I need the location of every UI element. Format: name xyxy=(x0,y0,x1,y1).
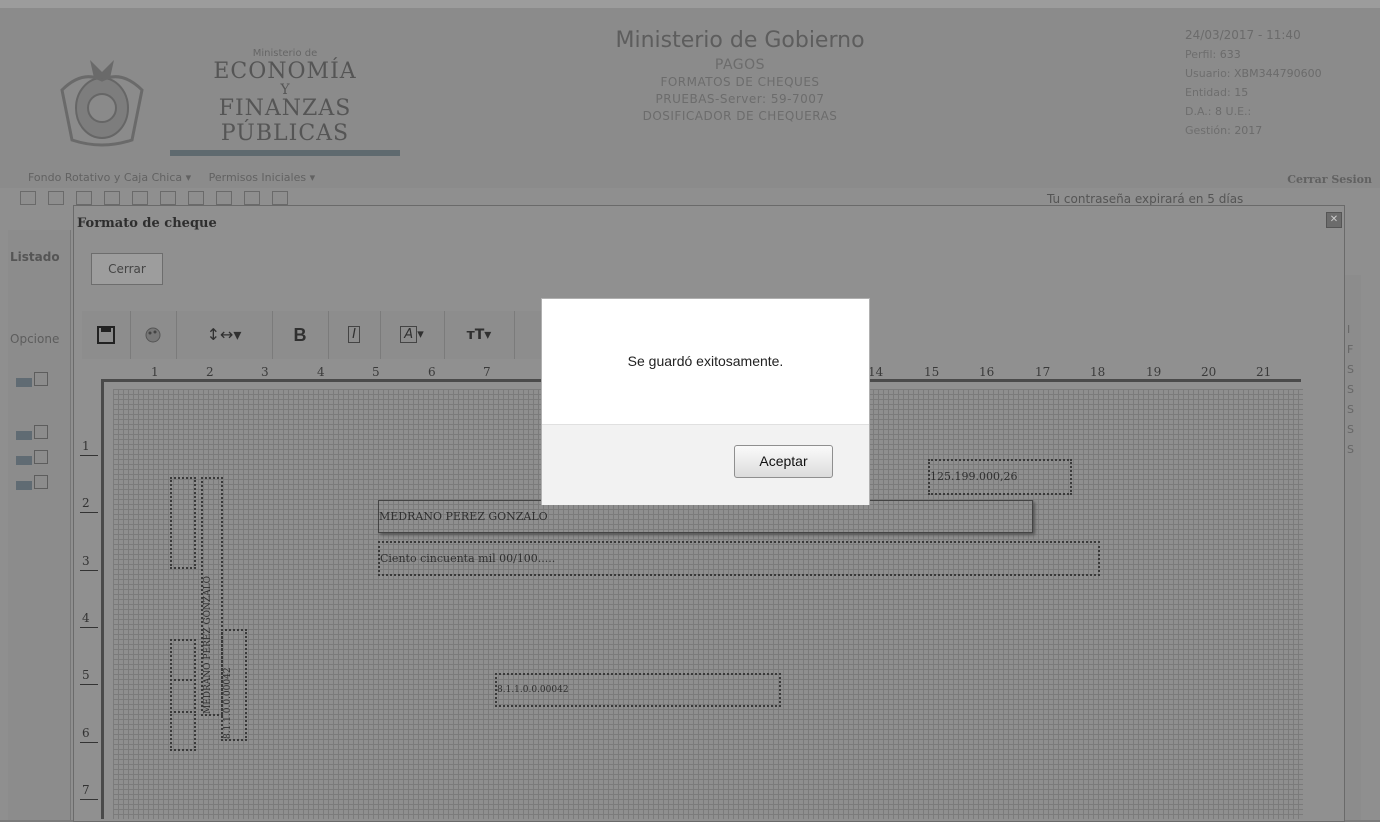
ue-label: U.E.: xyxy=(1225,105,1252,118)
da-label: D.A.: xyxy=(1185,105,1212,118)
toolbar-icon[interactable] xyxy=(76,191,92,205)
vruler-tick: 7 xyxy=(80,783,98,800)
font-color-icon[interactable]: A ▾ xyxy=(380,311,445,359)
ruler-tick: 16 xyxy=(979,365,995,379)
gestion-label: Gestión: xyxy=(1185,124,1231,137)
header-center: Ministerio de Gobierno PAGOS FORMATOS DE… xyxy=(540,28,940,125)
ruler-tick: 2 xyxy=(206,365,214,379)
left-panel xyxy=(8,230,71,820)
font-size-icon[interactable]: ᴛT▾ xyxy=(444,311,515,359)
cerrar-button[interactable]: Cerrar xyxy=(91,253,163,285)
usuario-label: Usuario: xyxy=(1185,67,1231,80)
logo-small-text: Ministerio de xyxy=(252,48,318,59)
ruler-tick: 3 xyxy=(261,365,269,379)
stub-code-field[interactable]: 8.1.1.0.0.00042 xyxy=(221,629,247,741)
amount-words-field[interactable]: Ciento cincuenta mil 00/100..... xyxy=(378,541,1100,576)
usuario-value: XBM344790600 xyxy=(1234,67,1322,80)
close-icon[interactable]: ✕ xyxy=(1326,212,1342,228)
toolbar-icon[interactable] xyxy=(104,191,120,205)
success-alert: Se guardó exitosamente. Aceptar xyxy=(541,298,870,505)
subsection-name: DOSIFICADOR DE CHEQUERAS xyxy=(642,109,838,123)
page-title: Ministerio de Gobierno xyxy=(615,28,865,53)
perfil-label: Perfil: xyxy=(1185,48,1217,61)
datetime: 24/03/2017 - 11:40 xyxy=(1185,28,1301,42)
stub-name-field[interactable]: MEDRANO PEREZ GONZALO xyxy=(201,477,223,716)
ruler-tick: 18 xyxy=(1090,365,1106,379)
server-info: PRUEBAS-Server: 59-7007 xyxy=(655,92,825,106)
top-strip xyxy=(0,0,1380,8)
toolbar-icon[interactable] xyxy=(20,191,36,205)
stub-field[interactable] xyxy=(170,679,196,713)
vruler-tick: 6 xyxy=(80,726,98,743)
resize-icon[interactable]: ↕↔▾ xyxy=(176,311,273,359)
logout-link[interactable]: Cerrar Sesion xyxy=(1287,173,1372,186)
left-opciones-label: Opcione xyxy=(10,332,60,346)
ruler-tick: 6 xyxy=(428,365,436,379)
logo-line-y: Y xyxy=(280,82,290,98)
entidad-value: 15 xyxy=(1234,86,1249,99)
vruler-tick: 3 xyxy=(80,554,98,571)
section-name: FORMATOS DE CHEQUES xyxy=(660,75,820,89)
row-action-icon[interactable] xyxy=(16,372,56,388)
aceptar-button[interactable]: Aceptar xyxy=(734,445,833,478)
vruler-tick: 2 xyxy=(80,496,98,513)
row-action-icon[interactable] xyxy=(16,450,56,466)
logo-line-finanzas: FINANZAS PÚBLICAS xyxy=(218,96,352,146)
amount-field[interactable]: 125.199.000,26 xyxy=(928,459,1072,495)
menu-fondo-rotativo[interactable]: Fondo Rotativo y Caja Chica ▾ xyxy=(28,171,191,184)
alert-message: Se guardó exitosamente. xyxy=(627,353,784,369)
ruler-tick: 7 xyxy=(483,365,491,379)
ministry-logo: Ministerio de ECONOMÍA Y FINANZAS PÚBLIC… xyxy=(160,48,410,156)
ruler-tick: 19 xyxy=(1146,365,1162,379)
ruler-tick: 20 xyxy=(1201,365,1217,379)
vruler-tick: 1 xyxy=(80,439,98,456)
gestion-value: 2017 xyxy=(1234,124,1263,137)
dialog-title: Formato de cheque xyxy=(77,216,217,231)
entidad-label: Entidad: xyxy=(1185,86,1231,99)
left-listado-label: Listado xyxy=(10,250,60,264)
toolbar-icon[interactable] xyxy=(160,191,176,205)
toolbar-icon[interactable] xyxy=(216,191,232,205)
ruler-tick: 14 xyxy=(868,365,884,379)
main-menu: Fondo Rotativo y Caja Chica ▾ Permisos I… xyxy=(28,171,329,184)
ruler-tick: 15 xyxy=(924,365,940,379)
vertical-ruler-line xyxy=(101,379,104,819)
session-info: 24/03/2017 - 11:40 Perfil: 633 Usuario: … xyxy=(1185,26,1380,140)
stub-field[interactable] xyxy=(170,711,196,751)
vruler-tick: 4 xyxy=(80,611,98,628)
vruler-tick: 5 xyxy=(80,668,98,685)
bold-icon[interactable]: B xyxy=(272,311,329,359)
toolbar-icon[interactable] xyxy=(244,191,260,205)
stub-field[interactable] xyxy=(170,477,196,569)
row-action-icon[interactable] xyxy=(16,475,56,491)
module-name: PAGOS xyxy=(714,57,766,73)
ruler-tick: 4 xyxy=(317,365,325,379)
row-action-icon[interactable] xyxy=(16,425,56,441)
save-icon[interactable] xyxy=(82,311,131,359)
toolbar-icon[interactable] xyxy=(132,191,148,205)
italic-icon[interactable]: I xyxy=(328,311,381,359)
coat-of-arms-icon xyxy=(60,60,144,147)
logo-line-economia: ECONOMÍA xyxy=(213,59,357,84)
stub-field[interactable] xyxy=(170,639,196,681)
logo-bar xyxy=(170,150,400,156)
app-header: Ministerio de ECONOMÍA Y FINANZAS PÚBLIC… xyxy=(0,8,1380,188)
toolbar-icon[interactable] xyxy=(188,191,204,205)
toolbar-icon[interactable] xyxy=(48,191,64,205)
palette-icon[interactable] xyxy=(130,311,177,359)
menu-permisos-iniciales[interactable]: Permisos Iniciales ▾ xyxy=(209,171,316,184)
ruler-tick: 21 xyxy=(1256,365,1272,379)
code-field[interactable]: 8.1.1.0.0.00042 xyxy=(495,673,781,707)
toolbar-icon[interactable] xyxy=(272,191,288,205)
da-value: 8 xyxy=(1215,105,1223,118)
perfil-value: 633 xyxy=(1219,48,1241,61)
ruler-tick: 17 xyxy=(1035,365,1051,379)
ruler-tick: 1 xyxy=(151,365,159,379)
password-expiry-notice: Tu contraseña expirará en 5 días xyxy=(1047,192,1244,206)
ruler-tick: 5 xyxy=(372,365,380,379)
alert-footer: Aceptar xyxy=(542,424,869,505)
editor-toolbar: ↕↔▾ B I A ▾ ᴛT▾ xyxy=(82,311,552,359)
